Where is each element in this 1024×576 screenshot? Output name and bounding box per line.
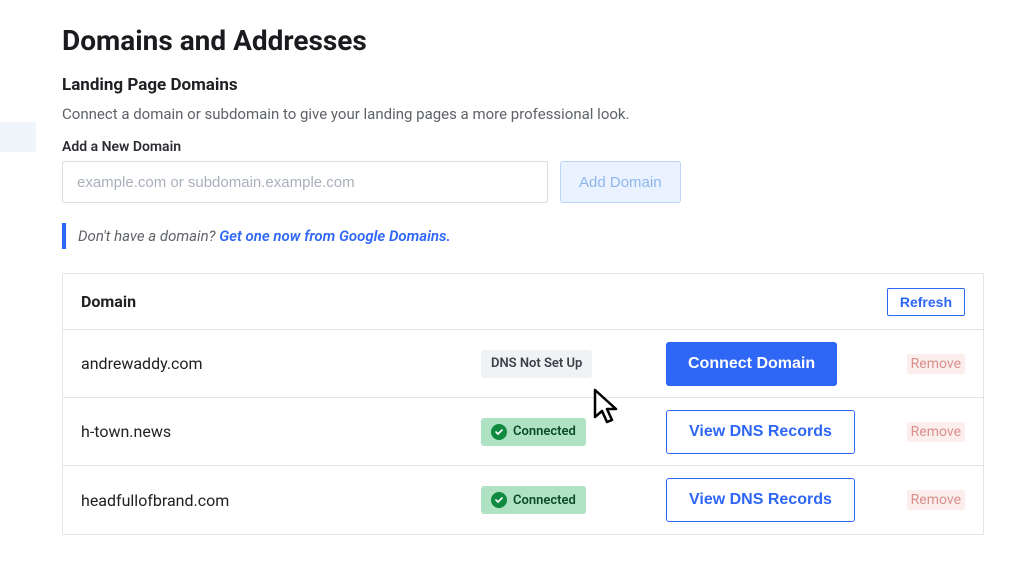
table-row: andrewaddy.com DNS Not Set Up Connect Do… [63,330,983,398]
status-badge-text: Connected [513,424,576,439]
view-dns-records-button[interactable]: View DNS Records [666,410,855,454]
page-title: Domains and Addresses [62,24,984,57]
add-domain-button[interactable]: Add Domain [560,161,681,203]
hint-prefix: Don't have a domain? [78,227,219,245]
refresh-button[interactable]: Refresh [887,288,965,316]
add-domain-label: Add a New Domain [62,139,984,155]
page-container: Domains and Addresses Landing Page Domai… [0,0,1024,559]
section-title: Landing Page Domains [62,75,984,95]
domain-input[interactable] [62,161,548,203]
status-badge-connected: Connected [481,486,586,514]
sidebar-edge-decoration [0,122,36,152]
table-header-row: Domain Refresh [63,274,983,330]
domain-name: headfullofbrand.com [81,491,481,510]
remove-domain-link[interactable]: Remove [907,354,965,374]
remove-domain-link[interactable]: Remove [907,422,965,442]
status-badge-connected: Connected [481,418,586,446]
domain-table: Domain Refresh andrewaddy.com DNS Not Se… [62,273,984,535]
section-description: Connect a domain or subdomain to give yo… [62,105,984,123]
domain-name: h-town.news [81,422,481,441]
column-header-domain: Domain [81,292,481,311]
google-domains-link[interactable]: Get one now from Google Domains. [219,227,450,245]
add-domain-row: Add Domain [62,161,984,203]
status-badge-text: Connected [513,493,576,508]
connect-domain-button[interactable]: Connect Domain [666,342,837,386]
domain-name: andrewaddy.com [81,354,481,373]
status-badge-not-setup: DNS Not Set Up [481,350,592,378]
check-icon [491,492,507,508]
table-row: headfullofbrand.com Connected View DNS R… [63,466,983,534]
check-icon [491,424,507,440]
view-dns-records-button[interactable]: View DNS Records [666,478,855,522]
domain-hint: Don't have a domain? Get one now from Go… [62,223,984,249]
remove-domain-link[interactable]: Remove [907,490,965,510]
table-row: h-town.news Connected View DNS Records R… [63,398,983,466]
status-badge-text: DNS Not Set Up [491,356,582,371]
